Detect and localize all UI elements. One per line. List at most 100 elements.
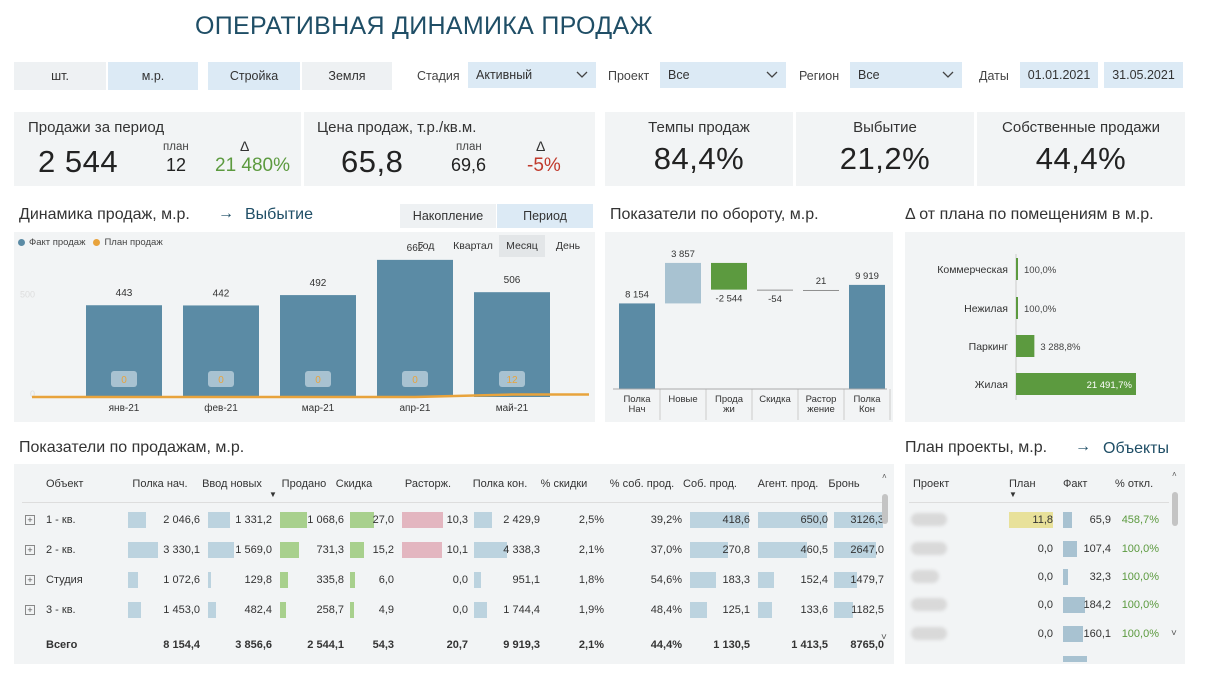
x-tick-label: янв-21 bbox=[109, 403, 140, 414]
unit-sqm-button[interactable]: м.р. bbox=[108, 62, 198, 90]
type-construction-button[interactable]: Стройка bbox=[208, 62, 300, 90]
category-label: Паркинг bbox=[969, 341, 1008, 353]
column-header[interactable]: % откл. bbox=[1115, 478, 1153, 490]
date-from-input[interactable]: 01.01.2021 bbox=[1020, 62, 1098, 88]
x-tick-label: май-21 bbox=[496, 403, 529, 414]
plan-cell: 0,0 bbox=[1037, 599, 1053, 611]
fact-data-label: 662 bbox=[407, 243, 424, 254]
waterfall-data-label: 21 bbox=[816, 276, 827, 287]
kpi-sales-label: Продажи за период bbox=[28, 119, 165, 136]
table-cell: 125,1 bbox=[722, 604, 750, 616]
delta-bar[interactable] bbox=[1016, 297, 1018, 319]
column-header[interactable]: Факт bbox=[1063, 478, 1087, 490]
header-divider bbox=[909, 502, 1169, 503]
chevron-down-icon[interactable]: ˅ bbox=[881, 632, 887, 643]
table-cell: 2647,0 bbox=[850, 544, 884, 556]
waterfall-bar[interactable] bbox=[803, 289, 839, 291]
arrow-right-icon[interactable]: → bbox=[218, 205, 234, 223]
x-tick-label: Нач bbox=[629, 404, 646, 415]
column-header[interactable]: Объект bbox=[46, 478, 83, 490]
sales-table-scrollbar[interactable]: ˄ ˅ bbox=[880, 468, 890, 658]
column-header[interactable]: Скидка bbox=[314, 478, 394, 490]
table-cell: 1182,5 bbox=[851, 604, 884, 616]
fact-data-label: 443 bbox=[116, 288, 133, 299]
waterfall-data-label: 3 857 bbox=[671, 249, 695, 260]
project-name-blurred bbox=[911, 627, 947, 640]
turnover-chart: 8 154ПолкаНач3 857Новые-2 544Продажи-54С… bbox=[613, 249, 891, 420]
project-name-blurred bbox=[911, 598, 947, 611]
fact-cell: 65,9 bbox=[1089, 514, 1111, 526]
column-header[interactable]: Полка нач. bbox=[120, 478, 200, 490]
kpi-price-value: 65,8 bbox=[341, 144, 404, 179]
delta-bar[interactable] bbox=[1016, 335, 1035, 357]
type-land-button[interactable]: Земля bbox=[302, 62, 392, 90]
table-cell: 0,0 bbox=[452, 574, 468, 586]
stage-label: Стадия bbox=[417, 69, 460, 83]
total-cell: 3 856,6 bbox=[235, 639, 272, 651]
column-header[interactable]: Соб. прод. bbox=[670, 478, 750, 490]
expand-icon[interactable]: + bbox=[25, 575, 35, 585]
region-select[interactable]: Все bbox=[850, 62, 962, 88]
region-label: Регион bbox=[799, 69, 840, 83]
sort-desc-icon[interactable]: ▼ bbox=[1009, 490, 1017, 499]
unit-pcs-button[interactable]: шт. bbox=[14, 62, 106, 90]
scroll-thumb[interactable] bbox=[1172, 492, 1178, 526]
column-header[interactable]: Бронь bbox=[804, 478, 884, 490]
chevron-down-icon[interactable]: ˅ bbox=[1171, 628, 1177, 639]
accumulation-toggle[interactable]: Накопление bbox=[400, 204, 496, 228]
stage-select[interactable]: Активный bbox=[468, 62, 596, 88]
kpi-sales-delta-label: Δ bbox=[240, 138, 250, 154]
delta-bar[interactable] bbox=[1016, 258, 1018, 280]
kpi-disposal-label: Выбытие bbox=[853, 119, 917, 136]
waterfall-bar[interactable] bbox=[711, 262, 747, 290]
expand-icon[interactable]: + bbox=[25, 545, 35, 555]
waterfall-bar[interactable] bbox=[665, 262, 701, 304]
dynamics-chart: 500 0 443 янв-21 0 442 фев-21 0 492 мар-21 0 662 апр… bbox=[20, 243, 589, 414]
disposal-link[interactable]: Выбытие bbox=[245, 206, 313, 224]
chevron-up-icon[interactable]: ˄ bbox=[882, 472, 888, 481]
waterfall-bar[interactable] bbox=[849, 284, 885, 389]
category-label: Жилая bbox=[975, 379, 1008, 391]
sales-table-title: Показатели по продажам, м.р. bbox=[19, 439, 245, 456]
waterfall-data-label: 9 919 bbox=[855, 271, 879, 282]
table-cell: 15,2 bbox=[372, 544, 394, 556]
expand-icon[interactable]: + bbox=[25, 605, 35, 615]
region-value: Все bbox=[858, 68, 880, 82]
column-header[interactable]: % скидки bbox=[524, 478, 604, 490]
kpi-pace-label: Темпы продаж bbox=[648, 119, 750, 136]
column-header[interactable]: Ввод новых bbox=[192, 478, 272, 490]
arrow-right-icon[interactable]: → bbox=[1075, 438, 1091, 456]
project-name-blurred bbox=[911, 542, 947, 555]
period-toggle[interactable]: Период bbox=[497, 204, 593, 228]
project-select[interactable]: Все bbox=[660, 62, 786, 88]
kpi-disposal-value: 21,2% bbox=[839, 141, 931, 176]
objects-link[interactable]: Объекты bbox=[1103, 440, 1169, 458]
table-cell: 1 569,0 bbox=[235, 544, 272, 556]
column-header[interactable]: Проект bbox=[913, 478, 949, 490]
table-cell: 10,3 bbox=[446, 514, 468, 526]
y-tick-label: 500 bbox=[20, 289, 35, 299]
plan-table-scrollbar[interactable]: ˄ ˅ bbox=[1170, 468, 1180, 658]
expand-icon[interactable]: + bbox=[25, 515, 35, 525]
sort-desc-icon[interactable]: ▼ bbox=[269, 490, 277, 499]
date-to-input[interactable]: 31.05.2021 bbox=[1104, 62, 1183, 88]
page-title: ОПЕРАТИВНАЯ ДИНАМИКА ПРОДАЖ bbox=[195, 12, 653, 40]
waterfall-bar[interactable] bbox=[757, 289, 793, 291]
table-cell: 270,8 bbox=[722, 544, 750, 556]
plan-cell: 0,0 bbox=[1037, 543, 1053, 555]
chevron-up-icon[interactable]: ˄ bbox=[1172, 470, 1177, 479]
kpi-sales-delta: 21 480% bbox=[215, 155, 291, 176]
column-header[interactable]: План bbox=[1009, 478, 1036, 490]
x-tick-label: апр-21 bbox=[400, 403, 431, 414]
plan-table: Проект План Факт % откл. ▼ 11,8 65,9 458,7% 0,0 1… bbox=[905, 464, 1171, 664]
plan-data-label: 0 bbox=[218, 375, 224, 386]
scroll-thumb[interactable] bbox=[882, 494, 888, 524]
kpi-pace-value: 84,4% bbox=[653, 141, 745, 176]
table-cell: 482,4 bbox=[244, 604, 272, 616]
table-cell: 2 046,6 bbox=[163, 514, 200, 526]
column-header[interactable]: Расторж. bbox=[388, 478, 468, 490]
fact-cell: 160,1 bbox=[1083, 628, 1111, 640]
kpi-sales-value: 2 544 bbox=[38, 144, 119, 179]
stage-value: Активный bbox=[476, 68, 533, 82]
waterfall-bar[interactable] bbox=[619, 303, 655, 389]
